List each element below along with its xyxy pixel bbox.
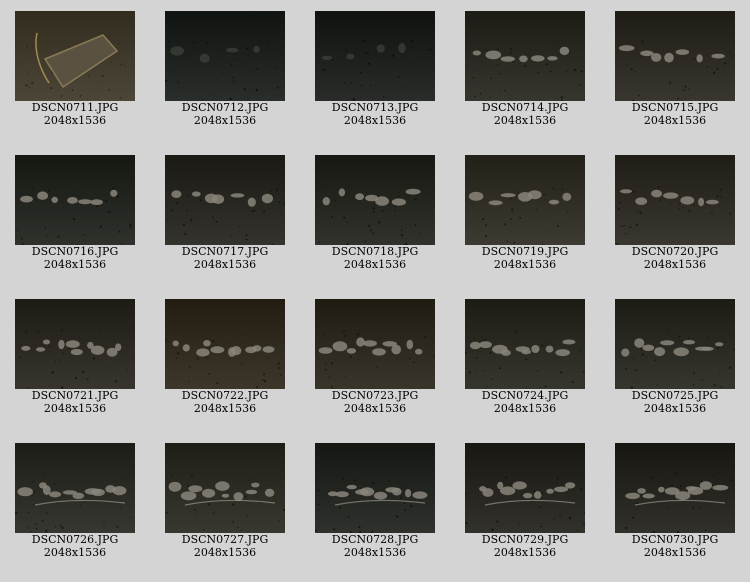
thumbnail-item[interactable]: DSCN0711.JPG 2048x1536 [0, 0, 150, 144]
thumbnail-filename[interactable]: DSCN0722.JPG [150, 389, 300, 402]
thumbnail-filename[interactable]: DSCN0714.JPG [450, 101, 600, 114]
thumbnail-image[interactable] [315, 11, 435, 101]
thumbnail-item[interactable]: DSCN0728.JPG 2048x1536 [300, 432, 450, 576]
thumbnail-filename[interactable]: DSCN0721.JPG [0, 389, 150, 402]
thumbnail-dimensions: 2048x1536 [193, 114, 257, 127]
thumbnail-item[interactable]: DSCN0718.JPG 2048x1536 [300, 144, 450, 288]
thumbnail-image[interactable] [165, 155, 285, 245]
thumbnail-image[interactable] [15, 299, 135, 389]
thumbnail-image[interactable] [15, 11, 135, 101]
thumbnail-filename[interactable]: DSCN0727.JPG [150, 533, 300, 546]
thumbnail-dimensions: 2048x1536 [43, 402, 107, 415]
thumbnail-filename[interactable]: DSCN0725.JPG [600, 389, 750, 402]
thumbnail-dimensions: 2048x1536 [493, 114, 557, 127]
thumbnail-filename[interactable]: DSCN0720.JPG [600, 245, 750, 258]
thumbnail-filename[interactable]: DSCN0726.JPG [0, 533, 150, 546]
thumbnail-item[interactable]: DSCN0721.JPG 2048x1536 [0, 288, 150, 432]
thumbnail-dimensions: 2048x1536 [643, 258, 707, 271]
thumbnail-item[interactable]: DSCN0717.JPG 2048x1536 [150, 144, 300, 288]
thumbnail-item[interactable]: DSCN0725.JPG 2048x1536 [600, 288, 750, 432]
thumbnail-item[interactable]: DSCN0723.JPG 2048x1536 [300, 288, 450, 432]
thumbnail-item[interactable]: DSCN0714.JPG 2048x1536 [450, 0, 600, 144]
thumbnail-dimensions: 2048x1536 [493, 258, 557, 271]
thumbnail-dimensions: 2048x1536 [493, 546, 557, 559]
thumbnail-image[interactable] [465, 11, 585, 101]
thumbnail-dimensions: 2048x1536 [43, 114, 107, 127]
thumbnail-filename[interactable]: DSCN0711.JPG [0, 101, 150, 114]
thumbnail-image[interactable] [165, 443, 285, 533]
thumbnail-dimensions: 2048x1536 [343, 258, 407, 271]
thumbnail-dimensions: 2048x1536 [193, 546, 257, 559]
thumbnail-image[interactable] [165, 11, 285, 101]
thumbnail-item[interactable]: DSCN0729.JPG 2048x1536 [450, 432, 600, 576]
thumbnail-image[interactable] [465, 443, 585, 533]
thumbnail-image[interactable] [465, 299, 585, 389]
thumbnail-item[interactable]: DSCN0724.JPG 2048x1536 [450, 288, 600, 432]
thumbnail-filename[interactable]: DSCN0719.JPG [450, 245, 600, 258]
thumbnail-dimensions: 2048x1536 [643, 402, 707, 415]
thumbnail-item[interactable]: DSCN0719.JPG 2048x1536 [450, 144, 600, 288]
thumbnail-image[interactable] [615, 443, 735, 533]
thumbnail-dimensions: 2048x1536 [343, 402, 407, 415]
thumbnail-item[interactable]: DSCN0727.JPG 2048x1536 [150, 432, 300, 576]
thumbnail-item[interactable]: DSCN0730.JPG 2048x1536 [600, 432, 750, 576]
thumbnail-image[interactable] [15, 443, 135, 533]
thumbnail-image[interactable] [615, 299, 735, 389]
thumbnail-filename[interactable]: DSCN0715.JPG [600, 101, 750, 114]
thumbnail-image[interactable] [615, 11, 735, 101]
thumbnail-image[interactable] [615, 155, 735, 245]
thumbnail-grid: DSCN0711.JPG 2048x1536 DSCN0712.JPG 2048x15… [0, 0, 750, 582]
thumbnail-dimensions: 2048x1536 [43, 546, 107, 559]
thumbnail-dimensions: 2048x1536 [343, 114, 407, 127]
thumbnail-image[interactable] [315, 443, 435, 533]
thumbnail-image[interactable] [465, 155, 585, 245]
thumbnail-item[interactable]: DSCN0716.JPG 2048x1536 [0, 144, 150, 288]
thumbnail-image[interactable] [165, 299, 285, 389]
thumbnail-item[interactable]: DSCN0722.JPG 2048x1536 [150, 288, 300, 432]
thumbnail-filename[interactable]: DSCN0717.JPG [150, 245, 300, 258]
thumbnail-dimensions: 2048x1536 [43, 258, 107, 271]
thumbnail-dimensions: 2048x1536 [643, 114, 707, 127]
thumbnail-image[interactable] [15, 155, 135, 245]
thumbnail-image[interactable] [315, 299, 435, 389]
thumbnail-filename[interactable]: DSCN0712.JPG [150, 101, 300, 114]
thumbnail-dimensions: 2048x1536 [493, 402, 557, 415]
thumbnail-dimensions: 2048x1536 [343, 546, 407, 559]
thumbnail-filename[interactable]: DSCN0724.JPG [450, 389, 600, 402]
thumbnail-dimensions: 2048x1536 [193, 402, 257, 415]
thumbnail-filename[interactable]: DSCN0718.JPG [300, 245, 450, 258]
thumbnail-image[interactable] [315, 155, 435, 245]
thumbnail-filename[interactable]: DSCN0713.JPG [300, 101, 450, 114]
thumbnail-dimensions: 2048x1536 [193, 258, 257, 271]
thumbnail-item[interactable]: DSCN0712.JPG 2048x1536 [150, 0, 300, 144]
thumbnail-filename[interactable]: DSCN0728.JPG [300, 533, 450, 546]
thumbnail-filename[interactable]: DSCN0716.JPG [0, 245, 150, 258]
thumbnail-filename[interactable]: DSCN0723.JPG [300, 389, 450, 402]
thumbnail-item[interactable]: DSCN0715.JPG 2048x1536 [600, 0, 750, 144]
thumbnail-item[interactable]: DSCN0726.JPG 2048x1536 [0, 432, 150, 576]
thumbnail-filename[interactable]: DSCN0730.JPG [600, 533, 750, 546]
thumbnail-item[interactable]: DSCN0713.JPG 2048x1536 [300, 0, 450, 144]
thumbnail-filename[interactable]: DSCN0729.JPG [450, 533, 600, 546]
thumbnail-item[interactable]: DSCN0720.JPG 2048x1536 [600, 144, 750, 288]
thumbnail-dimensions: 2048x1536 [643, 546, 707, 559]
